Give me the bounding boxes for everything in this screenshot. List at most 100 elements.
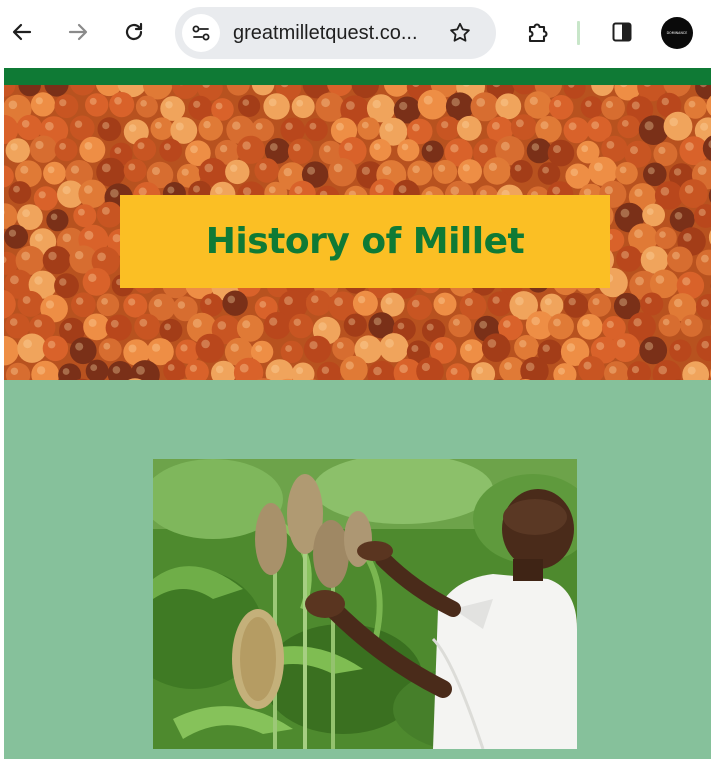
millet-grain-highlight [239, 363, 249, 373]
millet-grain-highlight [204, 298, 212, 305]
millet-grain [222, 290, 248, 316]
millet-grain-highlight [45, 121, 54, 131]
millet-grain-highlight [606, 141, 615, 149]
millet-grain [510, 160, 533, 183]
millet-grain-highlight [345, 361, 354, 370]
millet-grain-highlight [255, 122, 263, 130]
forward-button[interactable] [62, 16, 94, 48]
millet-grain-highlight [89, 97, 97, 105]
millet-grain [352, 290, 378, 316]
millet-grain-highlight [59, 278, 67, 286]
millet-grain [510, 114, 537, 140]
millet-grain-highlight [476, 366, 484, 374]
millet-grain [563, 292, 589, 318]
millet-grain [78, 179, 107, 208]
millet-grain [537, 162, 561, 185]
millet-grain [132, 137, 157, 161]
millet-grain-highlight [450, 186, 460, 195]
millet-grain [82, 268, 111, 296]
millet-grain-highlight [45, 300, 55, 309]
back-button[interactable] [6, 16, 38, 48]
millet-grain-highlight [294, 186, 303, 195]
reload-button[interactable] [118, 16, 150, 48]
millet-grain [640, 292, 664, 316]
millet-grain [225, 159, 250, 185]
millet-grain-highlight [568, 297, 576, 306]
millet-grain [611, 333, 640, 362]
millet-grain-highlight [616, 339, 626, 348]
millet-grain-highlight [516, 119, 524, 128]
millet-grain-highlight [450, 144, 459, 153]
millet-grain [708, 230, 711, 245]
millet-grain [547, 313, 574, 340]
millet-grain-highlight [75, 251, 84, 260]
millet-grain-highlight [215, 365, 224, 374]
millet-grain-highlight [438, 297, 445, 305]
millet-grain [654, 226, 677, 249]
millet-grain [436, 116, 461, 141]
millet-grain [42, 246, 71, 275]
millet-grain-highlight [269, 143, 278, 151]
millet-grain-highlight [204, 163, 214, 173]
millet-grain-highlight [309, 341, 318, 350]
millet-grain [379, 333, 409, 363]
hero-banner: History of Millet [4, 85, 711, 380]
millet-grain [16, 114, 42, 141]
extensions-button[interactable] [522, 16, 554, 48]
millet-grain-highlight [88, 318, 97, 327]
url-text[interactable]: greatmilletquest.co... [233, 20, 418, 46]
millet-grain-highlight [215, 102, 223, 110]
address-bar[interactable]: greatmilletquest.co... [175, 7, 496, 59]
millet-grain [69, 337, 97, 365]
millet-grain-highlight [321, 366, 330, 374]
site-info-button[interactable] [182, 14, 220, 52]
millet-grain-highlight [268, 186, 276, 194]
millet-grain-highlight [644, 121, 654, 131]
millet-grain-highlight [621, 251, 629, 259]
millet-grain [150, 117, 174, 140]
millet-grain [524, 91, 552, 119]
millet-grain [291, 95, 315, 119]
millet-grain-highlight [323, 145, 331, 153]
millet-grain-highlight [504, 362, 512, 370]
millet-grain-highlight [688, 100, 696, 108]
millet-grain-highlight [373, 317, 382, 326]
millet-grain [456, 115, 482, 141]
top-green-bar [4, 68, 711, 85]
millet-grain-highlight [153, 299, 163, 308]
farmer-millet-photo [153, 459, 577, 749]
bookmark-button[interactable] [446, 19, 474, 47]
millet-grain-highlight [451, 98, 460, 107]
millet-grain-highlight [128, 344, 137, 353]
millet-grain-highlight [361, 121, 369, 129]
millet-grain-highlight [8, 229, 17, 237]
side-panel-button[interactable] [606, 16, 638, 48]
profile-avatar[interactable]: DOMINANCE [661, 17, 693, 49]
millet-grain [669, 339, 692, 362]
millet-grain-highlight [552, 186, 561, 195]
millet-grain [343, 313, 367, 337]
millet-grain [109, 92, 135, 118]
millet-grain [280, 340, 304, 364]
millet-grain-highlight [102, 122, 110, 130]
millet-grain-highlight [553, 99, 562, 108]
millet-grain-highlight [333, 163, 343, 173]
millet-grain-highlight [544, 298, 552, 306]
millet-grain-highlight [128, 298, 136, 306]
millet-grain-highlight [570, 168, 579, 177]
millet-grain [653, 142, 678, 166]
star-icon [450, 22, 470, 42]
millet-grain-highlight [438, 164, 446, 172]
millet-grain-highlight [488, 162, 497, 171]
millet-grain-highlight [398, 185, 407, 194]
millet-grain [287, 138, 314, 164]
millet-grain [288, 313, 314, 339]
millet-grain [238, 94, 261, 117]
millet-grain [70, 85, 96, 96]
millet-grain-highlight [581, 145, 589, 153]
millet-grain [548, 95, 574, 120]
millet-grain [406, 294, 433, 320]
millet-grain [42, 335, 69, 362]
millet-grain-highlight [203, 120, 211, 129]
millet-grain [5, 313, 30, 339]
